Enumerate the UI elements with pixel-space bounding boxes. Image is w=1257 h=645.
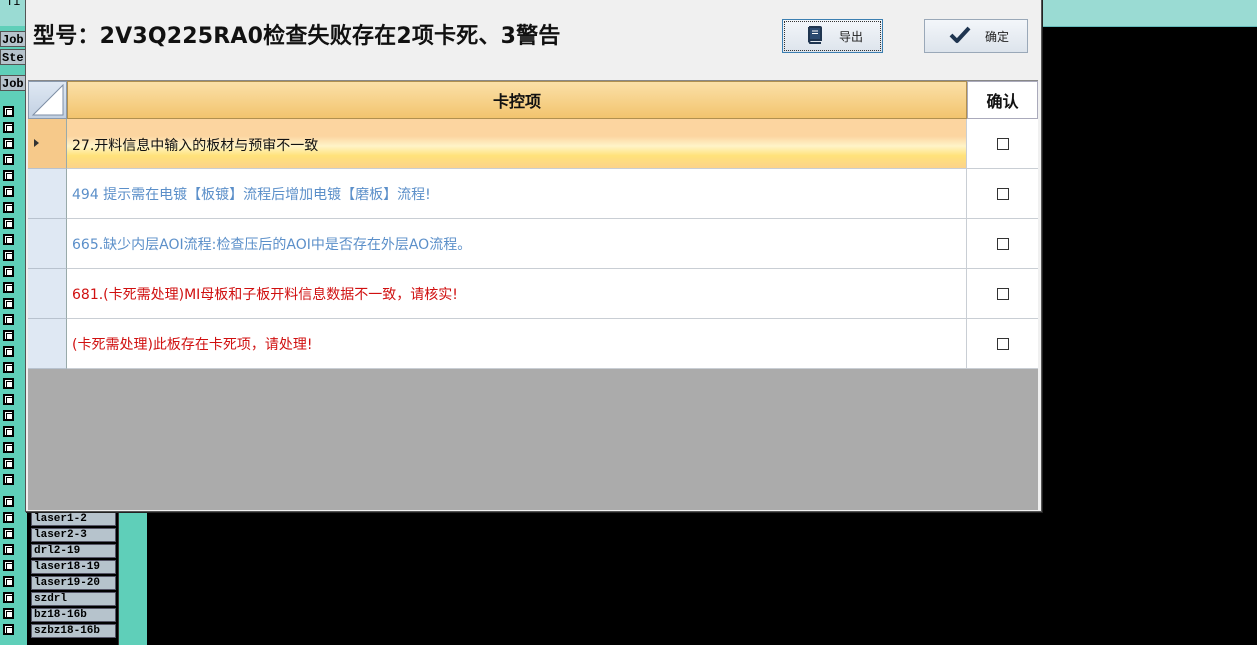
background-checkbox[interactable]	[3, 282, 14, 293]
check-item-text[interactable]: (卡死需处理)此板存在卡死项，请处理!	[67, 319, 967, 369]
background-checkbox[interactable]	[3, 592, 14, 603]
background-checkbox[interactable]	[3, 560, 14, 571]
row-header[interactable]	[28, 319, 67, 369]
background-checkbox[interactable]	[3, 170, 14, 181]
row-header[interactable]	[28, 169, 67, 219]
row-header[interactable]	[28, 119, 67, 169]
table-row[interactable]: 665.缺少内层AOI流程:检查压后的AOI中是否存在外层AO流程。	[28, 219, 1038, 269]
background-tab-job[interactable]: Job	[0, 31, 26, 47]
background-checkbox[interactable]	[3, 458, 14, 469]
ok-button-label: 确定	[985, 29, 1010, 44]
background-checkbox[interactable]	[3, 378, 14, 389]
current-row-arrow-icon	[34, 139, 39, 147]
table-row[interactable]: (卡死需处理)此板存在卡死项，请处理!	[28, 319, 1038, 369]
background-checkbox[interactable]	[3, 410, 14, 421]
background-tab-job-2[interactable]: Job	[0, 75, 26, 91]
background-checkbox[interactable]	[3, 608, 14, 619]
dialog-title: 型号：2V3Q225RA0检查失败存在2项卡死、3警告	[33, 24, 561, 49]
confirm-checkbox[interactable]	[996, 237, 1009, 250]
layer-item[interactable]: laser19-20	[31, 576, 116, 590]
layer-item[interactable]: bz18-16b	[31, 608, 116, 622]
check-item-text[interactable]: 27.开料信息中输入的板材与预审不一致	[67, 119, 967, 169]
confirm-cell[interactable]	[967, 319, 1038, 369]
confirm-cell[interactable]	[967, 119, 1038, 169]
grid-header-row: 卡控项 确认	[28, 81, 1038, 119]
column-header-check-item[interactable]: 卡控项	[67, 81, 967, 119]
ok-button[interactable]: 确定	[924, 19, 1028, 53]
check-items-grid: 卡控项 确认 27.开料信息中输入的板材与预审不一致 494 提示需在电镀【板镀…	[28, 80, 1038, 510]
layer-item[interactable]: szdrl	[31, 592, 116, 606]
background-checkbox[interactable]	[3, 250, 14, 261]
background-checkbox[interactable]	[3, 528, 14, 539]
background-checkbox[interactable]	[3, 234, 14, 245]
check-result-dialog: 型号：2V3Q225RA0检查失败存在2项卡死、3警告 导出 确定 卡控项 确认…	[25, 0, 1042, 512]
layer-item[interactable]: drl2-19	[31, 544, 116, 558]
background-checkbox[interactable]	[3, 330, 14, 341]
background-checkbox[interactable]	[3, 202, 14, 213]
background-checkbox[interactable]	[3, 186, 14, 197]
check-item-text[interactable]: 494 提示需在电镀【板镀】流程后增加电镀【磨板】流程!	[67, 169, 967, 219]
confirm-cell[interactable]	[967, 269, 1038, 319]
background-checkbox[interactable]	[3, 346, 14, 357]
row-header[interactable]	[28, 219, 67, 269]
layer-item[interactable]: szbz18-16b	[31, 624, 116, 638]
background-top-bar-right	[1040, 0, 1257, 27]
book-icon	[805, 25, 825, 48]
background-checkbox[interactable]	[3, 106, 14, 117]
background-checkbox[interactable]	[3, 624, 14, 635]
background-checkbox[interactable]	[3, 298, 14, 309]
background-checkbox[interactable]	[3, 544, 14, 555]
layer-item[interactable]: laser18-19	[31, 560, 116, 574]
table-row[interactable]: 27.开料信息中输入的板材与预审不一致	[28, 119, 1038, 169]
background-strip	[118, 510, 147, 645]
background-layer-list: laser1-2 laser2-3 drl2-19 laser18-19 las…	[31, 512, 116, 640]
background-title-fragment: Ti	[6, 0, 21, 8]
background-checkbox[interactable]	[3, 314, 14, 325]
background-checkbox[interactable]	[3, 154, 14, 165]
background-checkbox[interactable]	[3, 426, 14, 437]
grid-select-all-corner[interactable]	[28, 81, 67, 119]
check-item-text[interactable]: 681.(卡死需处理)MI母板和子板开料信息数据不一致，请核实!	[67, 269, 967, 319]
background-checkbox[interactable]	[3, 218, 14, 229]
column-header-confirm[interactable]: 确认	[967, 81, 1038, 119]
confirm-cell[interactable]	[967, 169, 1038, 219]
background-checkbox[interactable]	[3, 576, 14, 587]
table-row[interactable]: 681.(卡死需处理)MI母板和子板开料信息数据不一致，请核实!	[28, 269, 1038, 319]
layer-item[interactable]: laser2-3	[31, 528, 116, 542]
background-checkbox[interactable]	[3, 362, 14, 373]
export-button-label: 导出	[839, 29, 864, 44]
background-checkbox[interactable]	[3, 138, 14, 149]
confirm-cell[interactable]	[967, 219, 1038, 269]
background-checkbox[interactable]	[3, 266, 14, 277]
confirm-checkbox[interactable]	[996, 337, 1009, 350]
confirm-checkbox[interactable]	[996, 187, 1009, 200]
background-checkbox[interactable]	[3, 442, 14, 453]
row-header[interactable]	[28, 269, 67, 319]
background-checkbox[interactable]	[3, 496, 14, 507]
dialog-header: 型号：2V3Q225RA0检查失败存在2项卡死、3警告 导出 确定	[26, 0, 1041, 78]
table-row[interactable]: 494 提示需在电镀【板镀】流程后增加电镀【磨板】流程!	[28, 169, 1038, 219]
background-checkbox[interactable]	[3, 512, 14, 523]
export-button[interactable]: 导出	[782, 19, 883, 53]
check-item-text[interactable]: 665.缺少内层AOI流程:检查压后的AOI中是否存在外层AO流程。	[67, 219, 967, 269]
confirm-checkbox[interactable]	[996, 137, 1009, 150]
checkmark-icon	[949, 26, 971, 47]
confirm-checkbox[interactable]	[996, 287, 1009, 300]
background-checkbox[interactable]	[3, 394, 14, 405]
background-checkbox[interactable]	[3, 122, 14, 133]
background-checkbox[interactable]	[3, 474, 14, 485]
background-tab-step[interactable]: Ste	[0, 49, 26, 65]
layer-item[interactable]: laser1-2	[31, 512, 116, 526]
